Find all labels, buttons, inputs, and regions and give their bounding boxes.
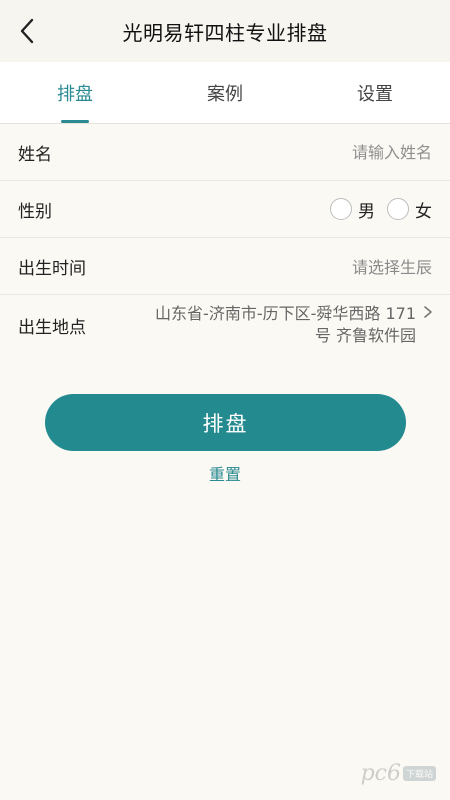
gender-option-male[interactable]: 男	[330, 197, 375, 222]
birth-time-label: 出生时间	[18, 258, 86, 279]
gender-option-female[interactable]: 女	[387, 197, 432, 222]
gender-label: 性别	[18, 201, 52, 222]
watermark-text: pc6	[360, 761, 401, 786]
name-input[interactable]	[232, 142, 432, 162]
reset-button[interactable]: 重置	[0, 461, 450, 485]
chevron-left-icon	[20, 18, 34, 44]
watermark-badge: 下载站	[402, 766, 436, 781]
chevron-right-icon	[424, 306, 432, 318]
birth-place-label: 出生地点	[18, 318, 86, 338]
page-title: 光明易轩四柱专业排盘	[122, 20, 328, 45]
birth-place-value[interactable]: 山东省-济南市-历下区-舜华西路 171号 齐鲁软件园	[140, 303, 432, 347]
tab-label: 排盘	[57, 83, 93, 105]
birth-time-row[interactable]: 出生时间 请选择生辰	[0, 238, 450, 295]
birth-place-row[interactable]: 出生地点 山东省-济南市-历下区-舜华西路 171号 齐鲁软件园	[0, 295, 450, 353]
paipan-submit-button[interactable]: 排盘	[45, 394, 406, 451]
gender-option-label: 女	[415, 201, 432, 222]
header-bar: 光明易轩四柱专业排盘	[0, 0, 450, 62]
gender-row: 性别 男 女	[0, 181, 450, 238]
back-button[interactable]	[12, 16, 42, 46]
radio-circle-icon[interactable]	[330, 198, 352, 220]
app-screen: 光明易轩四柱专业排盘 排盘 案例 设置 姓名 性别 男	[0, 0, 450, 800]
name-label: 姓名	[18, 144, 52, 165]
tab-bar: 排盘 案例 设置	[0, 62, 450, 124]
birth-time-value[interactable]: 请选择生辰	[352, 254, 432, 278]
watermark-logo: pc6 下载站	[361, 761, 436, 786]
gender-radio-group: 男 女	[318, 197, 432, 222]
tab-settings[interactable]: 设置	[300, 62, 450, 123]
tab-cases[interactable]: 案例	[150, 62, 300, 123]
name-row: 姓名	[0, 124, 450, 181]
tab-label: 设置	[357, 83, 393, 105]
radio-circle-icon[interactable]	[387, 198, 409, 220]
tab-paipan[interactable]: 排盘	[0, 62, 150, 123]
birth-info-form: 姓名 性别 男 女 出生时间 请选择生辰 出生地点 山东省-济南市-历下区-	[0, 124, 450, 353]
gender-option-label: 男	[358, 201, 375, 222]
tab-active-indicator	[61, 120, 89, 123]
tab-label: 案例	[207, 83, 243, 105]
